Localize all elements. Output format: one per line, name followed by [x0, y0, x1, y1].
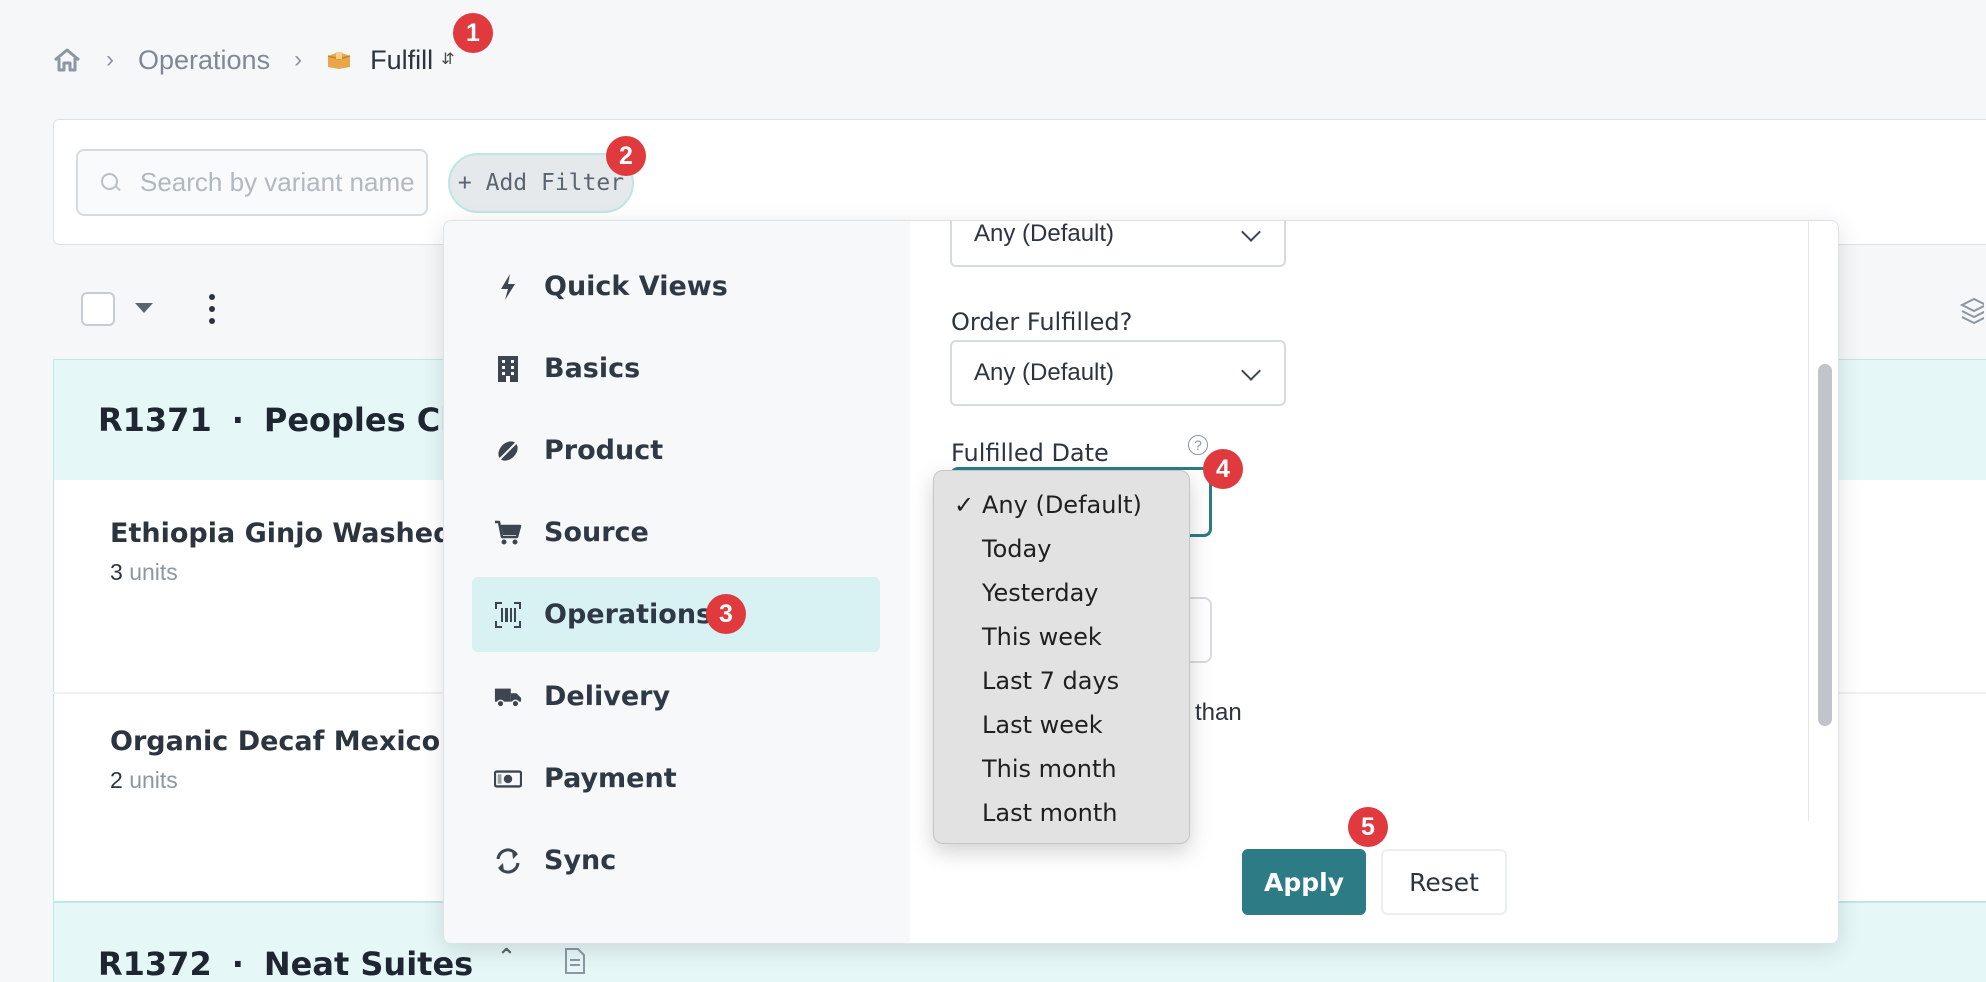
fulfilled-date-label: Fulfilled Date	[951, 439, 1109, 467]
reset-button[interactable]: Reset	[1381, 849, 1507, 915]
breadcrumb: › Operations › Fulfill ⇵	[52, 40, 455, 80]
nav-item-basics[interactable]: Basics	[472, 331, 880, 406]
menu-item-this-week[interactable]: This week	[934, 615, 1189, 659]
document-icon[interactable]	[564, 947, 586, 975]
sort-toggle-icon[interactable]: ⇵	[441, 52, 454, 68]
cash-icon	[494, 765, 522, 793]
order-customer: Neat Suites	[263, 945, 474, 982]
nav-label: Sync	[544, 845, 617, 876]
box-icon	[327, 52, 351, 69]
cart-icon	[494, 519, 522, 547]
partial-label-text: than	[1195, 699, 1242, 726]
nav-item-operations[interactable]: Operations	[472, 577, 880, 652]
scrollbar[interactable]	[1808, 221, 1838, 821]
layers-icon[interactable]	[1960, 296, 1984, 326]
order-fulfilled-select[interactable]: Any (Default)	[950, 340, 1286, 406]
step-badge-2: 2	[606, 136, 646, 176]
nav-label: Payment	[544, 763, 677, 794]
breadcrumb-operations-link[interactable]: Operations	[138, 45, 270, 76]
filter-category-nav: Quick Views Basics Product Source Operat…	[444, 221, 910, 943]
page: › Operations › Fulfill ⇵ 1 Search by var…	[0, 0, 1986, 982]
sync-icon	[494, 847, 522, 875]
nav-item-delivery[interactable]: Delivery	[472, 659, 880, 734]
step-badge-1: 1	[453, 13, 493, 53]
separator-dot: ·	[231, 401, 244, 439]
lightning-icon	[494, 273, 522, 301]
step-badge-5: 5	[1348, 807, 1388, 847]
select-all-checkbox[interactable]	[81, 292, 115, 326]
chevron-right-icon: ›	[106, 46, 114, 73]
home-icon[interactable]	[52, 47, 82, 73]
item-quantity: 3 units	[110, 559, 178, 585]
step-badge-3: 3	[706, 594, 746, 634]
checkmark-icon: ✓	[954, 491, 975, 519]
nav-item-quick-views[interactable]: Quick Views	[472, 249, 880, 324]
nav-item-source[interactable]: Source	[472, 495, 880, 570]
order-fulfilled-label: Order Fulfilled?	[951, 308, 1133, 336]
menu-item-any-default[interactable]: ✓ Any (Default)	[934, 483, 1189, 527]
nav-label: Source	[544, 517, 649, 548]
nav-label: Product	[544, 435, 664, 466]
help-icon[interactable]: ?	[1188, 435, 1208, 455]
step-badge-4: 4	[1203, 449, 1243, 489]
nav-label: Basics	[544, 353, 641, 384]
more-actions-icon[interactable]	[209, 294, 215, 324]
menu-item-last-7-days[interactable]: Last 7 days	[934, 659, 1189, 703]
chevron-right-icon: ›	[294, 46, 303, 73]
menu-item-last-week[interactable]: Last week	[934, 703, 1189, 747]
nav-label: Operations	[544, 599, 713, 630]
breadcrumb-current-label: Fulfill	[370, 44, 434, 75]
chevron-down-icon	[1241, 222, 1261, 242]
menu-item-today[interactable]: Today	[934, 527, 1189, 571]
search-placeholder: Search by variant name	[140, 167, 415, 197]
breadcrumb-current[interactable]: Fulfill ⇵	[326, 44, 455, 76]
list-item[interactable]: Ethiopia Ginjo Washed 3 units	[110, 518, 452, 586]
search-icon	[100, 172, 122, 194]
item-name: Organic Decaf Mexico	[110, 726, 441, 757]
menu-item-last-month[interactable]: Last month	[934, 791, 1189, 835]
nav-item-product[interactable]: Product	[472, 413, 880, 488]
order-id: R1371	[98, 401, 212, 439]
item-name: Ethiopia Ginjo Washed	[110, 518, 453, 549]
scrollbar-thumb[interactable]	[1818, 364, 1832, 726]
chevron-down-icon	[1241, 361, 1261, 381]
separator-dot: ·	[231, 945, 244, 982]
list-item[interactable]: Organic Decaf Mexico 2 units	[110, 726, 440, 794]
menu-item-this-month[interactable]: This month	[934, 747, 1189, 791]
coffee-bean-icon	[494, 437, 522, 465]
select-menu-caret-icon[interactable]	[135, 303, 153, 313]
select-value: Any (Default)	[974, 359, 1115, 386]
fulfilled-date-options-menu: ✓ Any (Default) Today Yesterday This wee…	[933, 470, 1190, 844]
nav-item-payment[interactable]: Payment	[472, 741, 880, 816]
nav-item-sync[interactable]: Sync	[472, 823, 880, 898]
filter-select-top[interactable]: Any (Default)	[950, 220, 1286, 267]
search-input[interactable]: Search by variant name	[76, 149, 428, 216]
barcode-icon	[494, 601, 522, 629]
apply-button[interactable]: Apply	[1242, 849, 1366, 915]
select-value: Any (Default)	[974, 220, 1115, 247]
truck-icon	[494, 683, 522, 711]
nav-label: Quick Views	[544, 271, 728, 302]
building-icon	[494, 355, 522, 383]
menu-item-yesterday[interactable]: Yesterday	[934, 571, 1189, 615]
order-id: R1372	[98, 945, 212, 982]
chevron-up-icon[interactable]: ⌃	[497, 945, 515, 970]
item-quantity: 2 units	[110, 767, 178, 793]
nav-label: Delivery	[544, 681, 671, 712]
